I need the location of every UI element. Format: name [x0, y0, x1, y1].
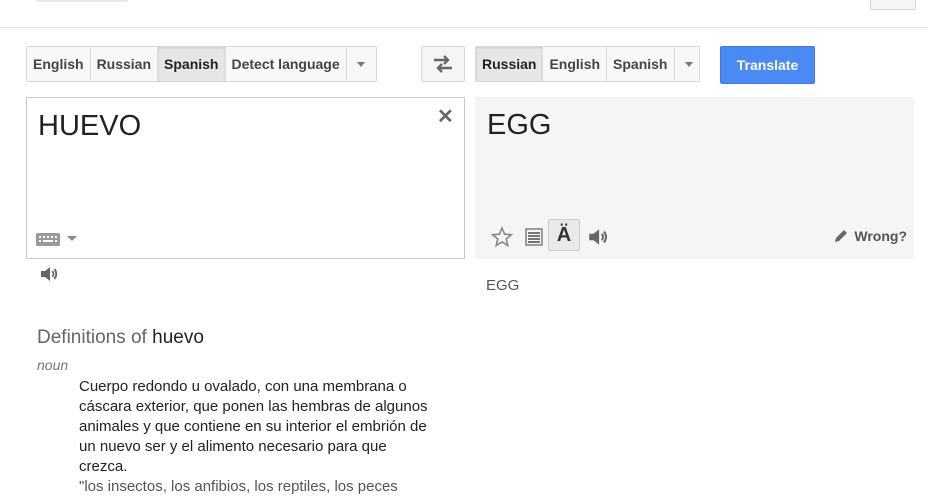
- alternative-translation[interactable]: EGG: [486, 277, 519, 294]
- source-lang-english[interactable]: English: [27, 47, 91, 81]
- list-button[interactable]: [519, 221, 549, 251]
- definitions-title: Definitions of huevo: [37, 327, 437, 349]
- target-speaker-button[interactable]: [583, 221, 613, 251]
- swap-languages-button[interactable]: [421, 46, 465, 82]
- translation-result: EGG Ä Wrong?: [475, 97, 914, 259]
- source-lang-spanish[interactable]: Spanish: [158, 47, 226, 81]
- top-bar: [0, 0, 928, 28]
- speaker-icon: [589, 229, 607, 245]
- pencil-icon: [835, 230, 848, 242]
- source-language-dropdown[interactable]: [347, 47, 375, 81]
- source-text[interactable]: HUEVO: [38, 110, 141, 143]
- translated-text: EGG: [487, 109, 552, 141]
- definitions-title-prefix: Definitions of: [37, 327, 147, 348]
- source-text-area[interactable]: HUEVO ✕: [26, 97, 465, 259]
- source-lang-russian[interactable]: Russian: [91, 47, 159, 81]
- target-language-bar: Russian English Spanish: [475, 46, 700, 82]
- target-language-dropdown[interactable]: [675, 47, 700, 81]
- definition-example: "los insectos, los anfibios, los reptile…: [79, 478, 398, 495]
- source-lang-detect[interactable]: Detect language: [226, 47, 347, 81]
- wrong-label: Wrong?: [854, 228, 907, 244]
- definitions-section: Definitions of huevo noun Cuerpo redondo…: [37, 327, 437, 497]
- target-lang-russian[interactable]: Russian: [476, 47, 544, 81]
- corner-menu-button[interactable]: [870, 0, 916, 10]
- part-of-speech: noun: [37, 357, 69, 373]
- definitions-word: huevo: [152, 327, 204, 348]
- logo[interactable]: [36, 0, 128, 2]
- target-lang-english[interactable]: English: [543, 47, 608, 81]
- result-toolbar: Ä Wrong?: [487, 219, 907, 253]
- keyboard-icon[interactable]: [35, 231, 61, 247]
- swap-icon: [434, 55, 452, 73]
- star-button[interactable]: [487, 221, 517, 251]
- list-icon: [525, 228, 543, 246]
- speaker-icon[interactable]: [39, 264, 59, 284]
- phonetic-button[interactable]: Ä: [548, 219, 580, 251]
- wrong-link[interactable]: Wrong?: [832, 227, 907, 245]
- star-icon: [491, 226, 513, 248]
- source-language-bar: English Russian Spanish Detect language: [26, 46, 377, 82]
- translate-button[interactable]: Translate: [720, 46, 815, 84]
- chevron-down-icon[interactable]: [67, 236, 77, 241]
- definition-text: Cuerpo redondo u ovalado, con una membra…: [79, 378, 428, 475]
- target-lang-spanish[interactable]: Spanish: [607, 47, 675, 81]
- close-icon[interactable]: ✕: [437, 104, 454, 129]
